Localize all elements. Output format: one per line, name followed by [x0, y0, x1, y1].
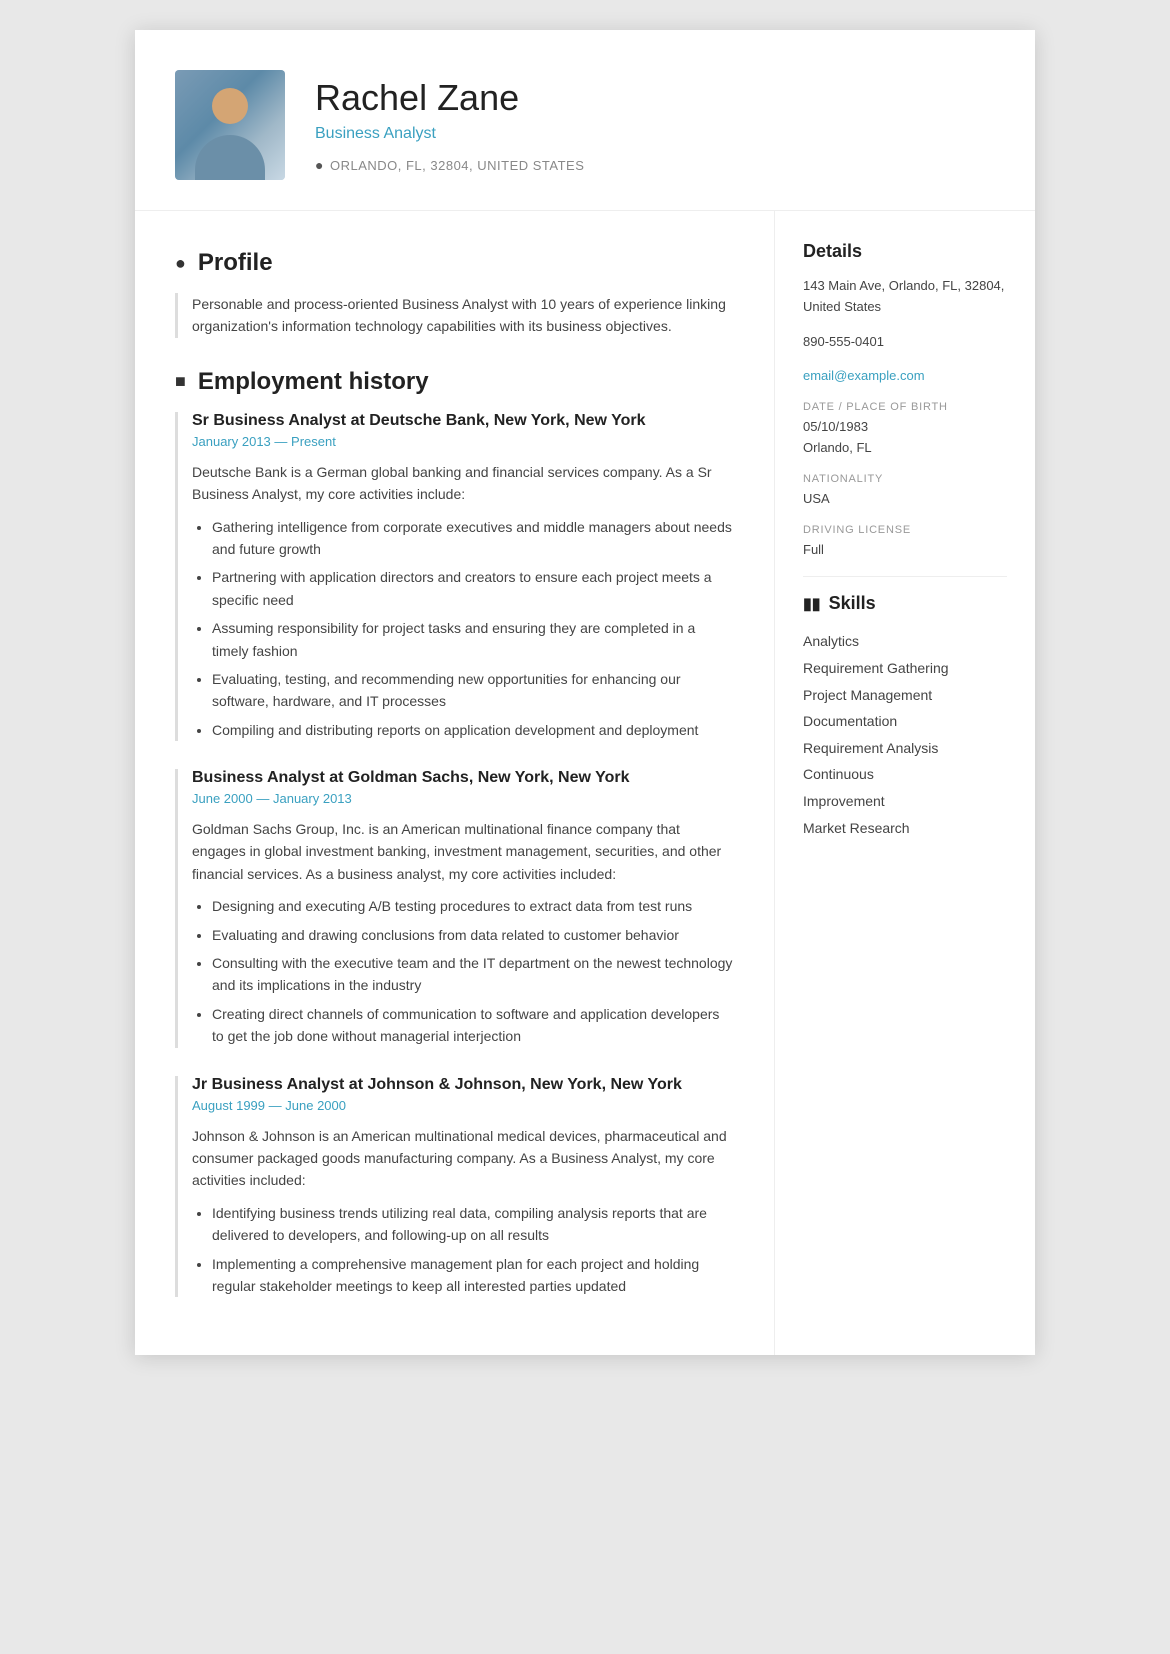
job-description-1: Deutsche Bank is a German global banking… — [192, 461, 734, 506]
profile-text: Personable and process-oriented Business… — [175, 293, 734, 338]
location-icon: ● — [315, 157, 324, 173]
main-layout: ● Profile Personable and process-oriente… — [135, 211, 1035, 1355]
divider — [803, 576, 1007, 577]
skill-item: Analytics — [803, 628, 1007, 655]
skills-title: ▮▮ Skills — [803, 593, 1007, 614]
detail-phone: 890-555-0401 — [803, 332, 1007, 353]
skill-item: Requirement Gathering — [803, 655, 1007, 682]
candidate-name: Rachel Zane — [315, 77, 995, 119]
job-entry-2: Business Analyst at Goldman Sachs, New Y… — [175, 769, 734, 1048]
detail-dob: 05/10/1983 Orlando, FL — [803, 417, 1007, 459]
job-description-2: Goldman Sachs Group, Inc. is an American… — [192, 818, 734, 885]
avatar — [175, 70, 285, 180]
bullet-item: Evaluating, testing, and recommending ne… — [212, 668, 734, 713]
header-info: Rachel Zane Business Analyst ● ORLANDO, … — [315, 77, 995, 173]
job-dates-1: January 2013 — Present — [192, 434, 734, 449]
bullet-item: Identifying business trends utilizing re… — [212, 1202, 734, 1247]
skills-icon: ▮▮ — [803, 594, 821, 614]
details-title: Details — [803, 241, 1007, 262]
license-label: DRIVING LICENSE — [803, 524, 1007, 536]
bullet-item: Gathering intelligence from corporate ex… — [212, 516, 734, 561]
job-entry-1: Sr Business Analyst at Deutsche Bank, Ne… — [175, 412, 734, 741]
bullet-item: Assuming responsibility for project task… — [212, 617, 734, 662]
profile-section-header: ● Profile — [175, 249, 734, 277]
skill-item: Project Management — [803, 682, 1007, 709]
dob-label: DATE / PLACE OF BIRTH — [803, 401, 1007, 413]
profile-title: Profile — [198, 249, 273, 277]
bullet-item: Compiling and distributing reports on ap… — [212, 719, 734, 741]
job-bullets-2: Designing and executing A/B testing proc… — [192, 895, 734, 1047]
bullet-item: Consulting with the executive team and t… — [212, 952, 734, 997]
resume-container: Rachel Zane Business Analyst ● ORLANDO, … — [135, 30, 1035, 1355]
job-description-3: Johnson & Johnson is an American multina… — [192, 1125, 734, 1192]
employment-icon: ■ — [175, 371, 186, 392]
bullet-item: Implementing a comprehensive management … — [212, 1253, 734, 1298]
skill-item: Market Research — [803, 815, 1007, 842]
left-column: ● Profile Personable and process-oriente… — [135, 211, 775, 1355]
job-entry-3: Jr Business Analyst at Johnson & Johnson… — [175, 1076, 734, 1298]
detail-nationality: USA — [803, 489, 1007, 510]
job-dates-2: June 2000 — January 2013 — [192, 791, 734, 806]
job-title-2: Business Analyst at Goldman Sachs, New Y… — [192, 769, 734, 787]
skills-list: Analytics Requirement Gathering Project … — [803, 628, 1007, 841]
detail-email: email@example.com — [803, 366, 1007, 387]
job-dates-3: August 1999 — June 2000 — [192, 1098, 734, 1113]
skill-item: Continuous — [803, 761, 1007, 788]
right-column: Details 143 Main Ave, Orlando, FL, 32804… — [775, 211, 1035, 1355]
profile-icon: ● — [175, 253, 186, 274]
nationality-label: NATIONALITY — [803, 473, 1007, 485]
employment-title: Employment history — [198, 368, 429, 396]
job-bullets-3: Identifying business trends utilizing re… — [192, 1202, 734, 1298]
bullet-item: Evaluating and drawing conclusions from … — [212, 924, 734, 946]
detail-address: 143 Main Ave, Orlando, FL, 32804, United… — [803, 276, 1007, 318]
detail-license: Full — [803, 540, 1007, 561]
bullet-item: Designing and executing A/B testing proc… — [212, 895, 734, 917]
bullet-item: Creating direct channels of communicatio… — [212, 1003, 734, 1048]
skill-item: Improvement — [803, 788, 1007, 815]
bullet-item: Partnering with application directors an… — [212, 566, 734, 611]
candidate-location: ● ORLANDO, FL, 32804, UNITED STATES — [315, 157, 995, 173]
job-title-3: Jr Business Analyst at Johnson & Johnson… — [192, 1076, 734, 1094]
header-section: Rachel Zane Business Analyst ● ORLANDO, … — [135, 30, 1035, 211]
email-link[interactable]: email@example.com — [803, 368, 925, 383]
skill-item: Documentation — [803, 708, 1007, 735]
job-title-1: Sr Business Analyst at Deutsche Bank, Ne… — [192, 412, 734, 430]
skill-item: Requirement Analysis — [803, 735, 1007, 762]
employment-section-header: ■ Employment history — [175, 368, 734, 396]
job-bullets-1: Gathering intelligence from corporate ex… — [192, 516, 734, 742]
candidate-title: Business Analyst — [315, 125, 995, 143]
